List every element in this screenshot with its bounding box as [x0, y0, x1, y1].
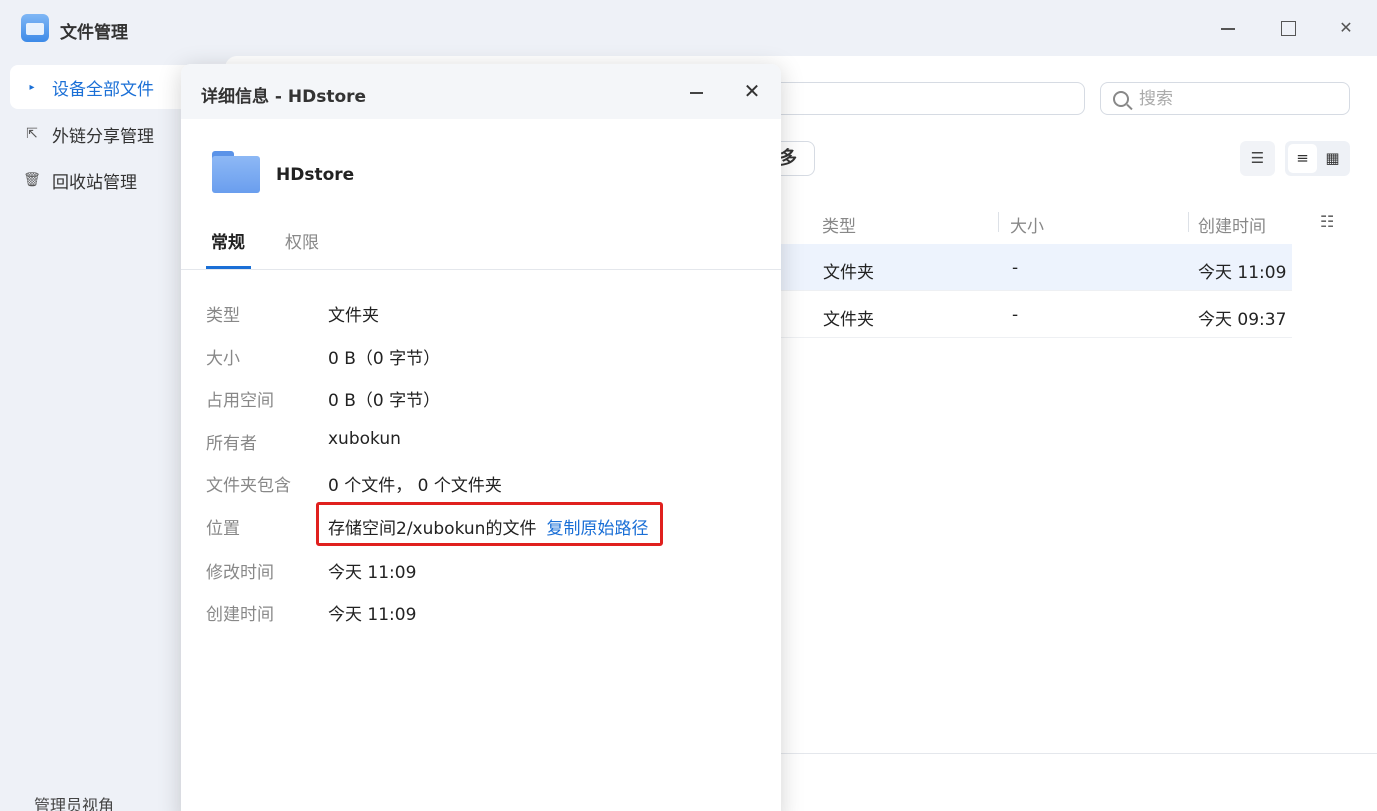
footer-divider [780, 753, 1377, 754]
close-window-button[interactable]: ✕ [1334, 16, 1358, 40]
share-icon: ⇱ [26, 126, 38, 142]
info-value: 今天 11:09 [328, 563, 417, 583]
grid-icon: ▦ [1325, 149, 1340, 167]
table-row[interactable]: 文件夹 - 今天 11:09 [780, 244, 1292, 291]
table-row[interactable]: 文件夹 - 今天 09:37 [780, 291, 1292, 338]
folder-name: HDstore [276, 165, 355, 185]
folder-icon [212, 151, 260, 193]
list-icon: ≡ [1296, 149, 1309, 167]
tab-general[interactable]: 常规 [206, 228, 251, 269]
info-label: 大小 [206, 349, 240, 369]
tab-permissions[interactable]: 权限 [285, 228, 319, 253]
row-created: 今天 09:37 [1198, 310, 1287, 330]
column-divider [1188, 212, 1189, 232]
info-label: 修改时间 [206, 563, 274, 583]
search-icon [1113, 90, 1129, 107]
info-value: 0 B（0 字节） [328, 349, 441, 369]
row-type: 文件夹 [823, 263, 874, 283]
sort-button[interactable]: ☰ [1240, 141, 1275, 176]
row-type: 文件夹 [823, 310, 874, 330]
sidebar-item-label: 回收站管理 [52, 172, 137, 193]
path-bar[interactable] [765, 82, 1085, 115]
title-bar: 文件管理 ✕ [0, 0, 1377, 56]
column-divider [998, 212, 999, 232]
dialog-title: 详细信息 - HDstore [201, 87, 367, 107]
location-highlight-box [316, 502, 663, 546]
info-value: 文件夹 [328, 306, 379, 326]
search-input[interactable] [1139, 88, 1329, 109]
maximize-window-button[interactable] [1276, 16, 1300, 40]
column-settings-icon[interactable]: ☷ [1320, 212, 1334, 231]
dialog-header: 详细信息 - HDstore ✕ [181, 64, 781, 119]
dialog-minimize-button[interactable] [685, 80, 709, 104]
file-manager-app-icon [21, 14, 49, 42]
info-value: 0 B（0 字节） [328, 391, 441, 411]
column-created[interactable]: 创建时间 [1198, 212, 1266, 237]
info-label: 类型 [206, 306, 240, 326]
sidebar-item-label: 设备全部文件 [52, 79, 154, 100]
table-header: 类型 大小 创建时间 [780, 204, 1290, 244]
info-value: 0 个文件， 0 个文件夹 [328, 476, 502, 496]
sidebar-item-label: 外链分享管理 [52, 126, 154, 147]
sort-icon: ☰ [1250, 149, 1265, 167]
file-manager-window: 文件管理 ✕ ▸ 设备全部文件 ⇱ 外链分享管理 🗑 回收站管理 管理员视角 多… [0, 0, 1377, 811]
minimize-window-button[interactable] [1216, 16, 1240, 40]
info-value: xubokun [328, 429, 401, 449]
list-view-button[interactable]: ≡ [1288, 144, 1317, 173]
info-label: 创建时间 [206, 605, 274, 625]
info-label: 位置 [206, 519, 240, 539]
info-value: 今天 11:09 [328, 605, 417, 625]
column-type[interactable]: 类型 [822, 212, 856, 237]
chevron-right-icon: ▸ [29, 81, 35, 93]
row-created: 今天 11:09 [1198, 263, 1287, 283]
details-dialog: 详细信息 - HDstore ✕ HDstore 常规 权限 类型 文件夹 大小… [181, 64, 781, 811]
grid-view-button[interactable]: ▦ [1318, 144, 1347, 173]
view-toggle: ≡ ▦ [1285, 141, 1350, 176]
dialog-close-button[interactable]: ✕ [740, 80, 764, 104]
info-label: 所有者 [206, 434, 257, 454]
row-size: - [1012, 258, 1019, 278]
admin-view-label[interactable]: 管理员视角 [34, 792, 114, 811]
search-box[interactable] [1100, 82, 1350, 115]
column-size[interactable]: 大小 [1010, 212, 1044, 237]
row-size: - [1012, 305, 1019, 325]
dialog-tabs: 常规 权限 [181, 222, 781, 270]
info-label: 占用空间 [206, 391, 274, 411]
app-title: 文件管理 [60, 23, 128, 43]
info-label: 文件夹包含 [206, 476, 291, 496]
trash-icon: 🗑 [23, 172, 41, 188]
